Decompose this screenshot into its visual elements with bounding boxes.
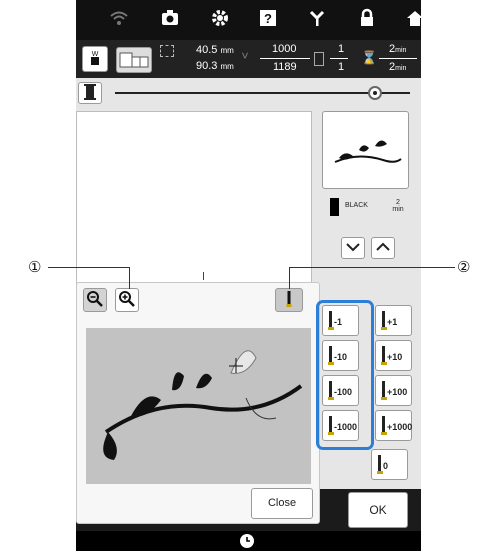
help-icon[interactable]: ? [256,8,280,32]
needle-icon [381,416,387,435]
stitch-slider-handle[interactable] [367,86,382,100]
needle-step-minus-label: -10 [334,352,348,362]
pattern-thumbnail[interactable] [322,111,409,189]
center-mark [203,272,204,280]
callout-1-line [48,267,130,268]
fraction-line [330,58,348,59]
needle-step-minus-button[interactable]: -100 [322,375,359,406]
zoom-in-icon [119,291,135,307]
callout-2: ② [457,259,471,276]
fraction-line [379,58,417,59]
color-current: 1 [338,43,345,55]
camera-image [86,328,311,484]
chevron-up-icon [376,242,390,251]
callout-1-line [129,267,130,289]
needle-icon [381,381,387,400]
size-icon [160,45,174,57]
clock-icon [239,533,255,549]
thread-time-unit: min [392,206,404,213]
needle-icon [328,416,334,435]
fraction-line [260,58,310,59]
needle-position-button[interactable] [275,288,303,312]
thread-time-value: 2 [396,199,400,206]
frame-presser-icon[interactable]: W [82,46,108,72]
needle-step-plus-button[interactable]: +100 [375,375,412,406]
top-toolbar: ? [76,0,423,40]
zoom-in-button[interactable] [115,288,139,312]
stitch-count-icon: ⱽ [242,50,249,66]
stitch-slider-track[interactable] [115,92,410,94]
needle-icon [328,311,334,330]
thread-spool-button[interactable] [78,82,102,104]
callout-2-line [289,267,290,289]
needle-step-minus-button[interactable]: -10 [322,340,359,371]
needle-icon [381,346,387,365]
callout-2-line [289,267,455,268]
scroll-down-button[interactable] [341,237,365,259]
svg-text:W: W [92,51,99,58]
embroidery-info-bar: W 40.5 mm 90.3 mm ⱽ 1000 1189 1 1 ⌛ 2min… [76,40,421,78]
stitch-current: 1000 [272,43,297,55]
needle-step-plus-label: +1 [387,317,398,327]
height-value: 90.3 [196,60,218,72]
height-unit: mm [220,62,234,71]
time-unit: min [395,65,407,72]
thread-color-swatch [330,198,339,216]
camera-icon[interactable] [158,8,182,32]
scroll-up-button[interactable] [371,237,395,259]
needle-step-minus-label: -1 [334,317,343,327]
needle-icon [328,381,334,400]
needle-step-zero-label: 0 [383,461,389,471]
settings-gear-icon[interactable] [208,8,232,32]
needle-step-minus-button[interactable]: -1000 [322,410,359,441]
needle-icon [381,311,387,330]
hourglass-icon: ⌛ [361,50,378,65]
needle-step-zero-button[interactable]: 0 [371,449,408,480]
needle-step-plus-label: +1000 [387,422,413,432]
home-icon[interactable] [403,8,427,32]
close-button[interactable]: Close [251,488,313,519]
zoom-out-button[interactable] [83,288,107,312]
needle-threading-icon[interactable] [305,8,329,32]
color-count-icon [314,52,324,66]
needle-step-minus-label: -100 [334,387,353,397]
color-total: 1 [338,61,345,73]
needle-icon [286,291,292,307]
svg-text:?: ? [264,11,272,26]
callout-1: ① [28,259,42,276]
ok-button[interactable]: OK [348,492,408,528]
needle-step-plus-button[interactable]: +10 [375,340,412,371]
needle-step-plus-label: +100 [387,387,408,397]
needle-icon [328,346,334,365]
needle-icon [377,455,383,474]
thread-time: 2 min [390,199,406,213]
needle-step-plus-button[interactable]: +1000 [375,410,412,441]
time-unit: min [395,47,407,54]
needle-step-minus-button[interactable]: -1 [322,305,359,336]
chevron-down-icon [346,243,360,252]
wifi-icon[interactable] [107,8,131,32]
needle-step-plus-button[interactable]: +1 [375,305,412,336]
needle-step-minus-label: -1000 [334,422,358,432]
zoom-out-icon [87,291,103,307]
needle-step-plus-label: +10 [387,352,403,362]
thread-color-name: BLACK [345,202,368,209]
layout-icon[interactable] [116,47,152,73]
width-value: 40.5 [196,44,218,56]
lock-icon[interactable] [355,8,379,32]
width-unit: mm [220,46,234,55]
stitch-total: 1189 [273,61,297,73]
